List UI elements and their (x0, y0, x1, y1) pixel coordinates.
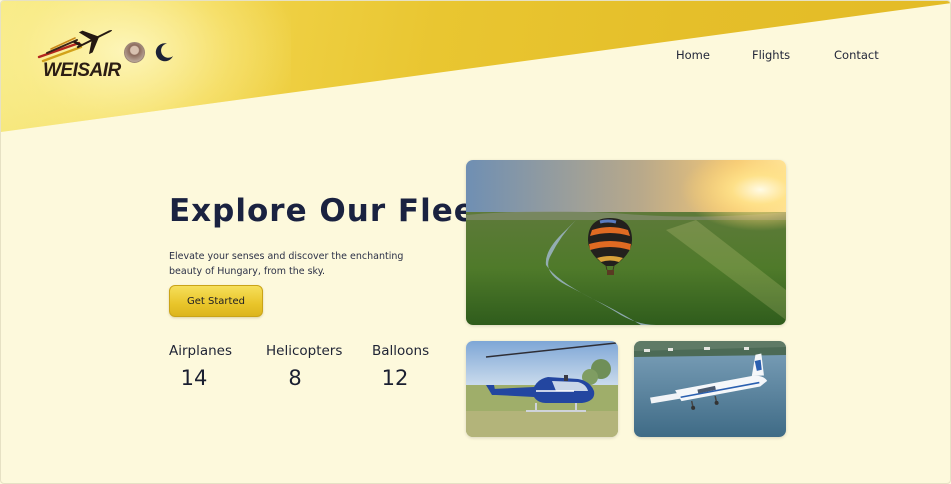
page: WEISAIR Home Flights Contact Explore Our… (0, 0, 951, 484)
stat-label: Balloons (372, 343, 430, 359)
stat-helicopters: Helicopters 8 (266, 343, 343, 390)
stat-label: Airplanes (169, 343, 233, 359)
main-nav: Home Flights Contact (1, 48, 950, 66)
airplane-photo (634, 341, 786, 437)
stat-balloons: Balloons 12 (372, 343, 430, 390)
stat-value: 12 (381, 366, 409, 390)
helicopter-photo (466, 341, 618, 437)
stat-value: 14 (180, 366, 208, 390)
stat-label: Helicopters (266, 343, 343, 359)
hero-title: Explore Our Fleet (169, 193, 492, 229)
nav-link-contact[interactable]: Contact (834, 48, 879, 62)
hero-description: Elevate your senses and discover the enc… (169, 251, 404, 277)
hot-air-balloon-photo (466, 160, 786, 325)
nav-link-home[interactable]: Home (676, 48, 710, 62)
stat-value: 8 (288, 366, 302, 390)
nav-link-flights[interactable]: Flights (752, 48, 790, 62)
get-started-button[interactable]: Get Started (169, 285, 263, 317)
stat-airplanes: Airplanes 14 (169, 343, 233, 390)
